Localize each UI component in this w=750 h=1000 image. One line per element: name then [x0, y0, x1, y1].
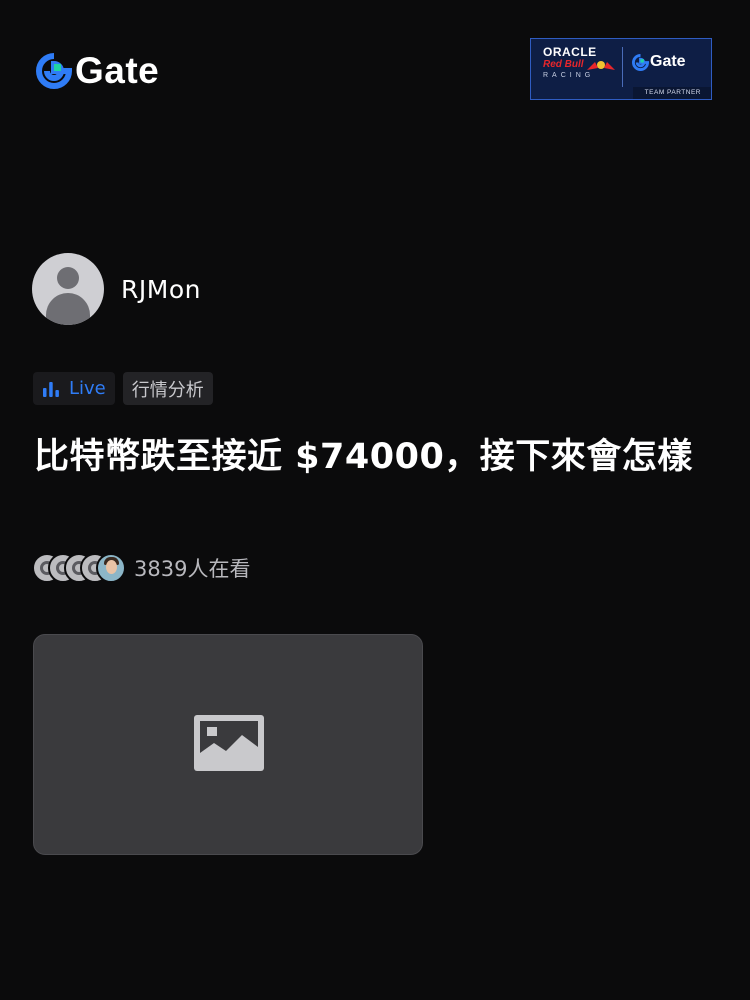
partner-oracle-text: ORACLE — [543, 45, 597, 59]
partner-divider — [622, 47, 623, 87]
red-bull-icon — [587, 61, 615, 70]
post-title: 比特幣跌至接近 $74000，接下來會怎樣 — [34, 437, 693, 477]
live-tag-label: Live — [69, 378, 106, 399]
partner-gate-logo: Gate — [632, 53, 686, 71]
partner-team-label: TEAM PARTNER — [632, 87, 711, 99]
viewer-avatars — [32, 553, 126, 583]
viewers-row: 3839人在看 — [32, 553, 250, 583]
author-name[interactable]: RJMon — [121, 275, 201, 304]
topic-tag[interactable]: 行情分析 — [122, 372, 213, 405]
viewer-count: 3839人在看 — [134, 557, 251, 581]
partner-badge: ORACLE Red Bull RACING Gate TEAM PARTNER — [530, 38, 712, 100]
avatar-body — [46, 293, 90, 325]
tag-row: Live 行情分析 — [33, 372, 213, 405]
partner-redbull-text: Red Bull — [543, 59, 584, 70]
gate-logo-icon — [36, 53, 72, 89]
author-row[interactable]: RJMon — [32, 253, 201, 325]
author-avatar[interactable] — [32, 253, 104, 325]
gate-logo-icon — [632, 53, 649, 71]
image-placeholder-icon — [194, 715, 264, 771]
logo-text: Gate — [75, 50, 160, 91]
live-tag[interactable]: Live — [33, 372, 115, 405]
media-thumbnail[interactable] — [33, 634, 423, 855]
topic-tag-label: 行情分析 — [131, 379, 204, 401]
avatar-head — [57, 267, 79, 289]
bar-chart-icon — [43, 381, 59, 397]
partner-gate-text: Gate — [650, 53, 686, 70]
partner-racing-text: RACING — [543, 72, 595, 79]
gate-logo: Gate — [36, 50, 159, 92]
viewer-avatar-photo — [96, 553, 126, 583]
